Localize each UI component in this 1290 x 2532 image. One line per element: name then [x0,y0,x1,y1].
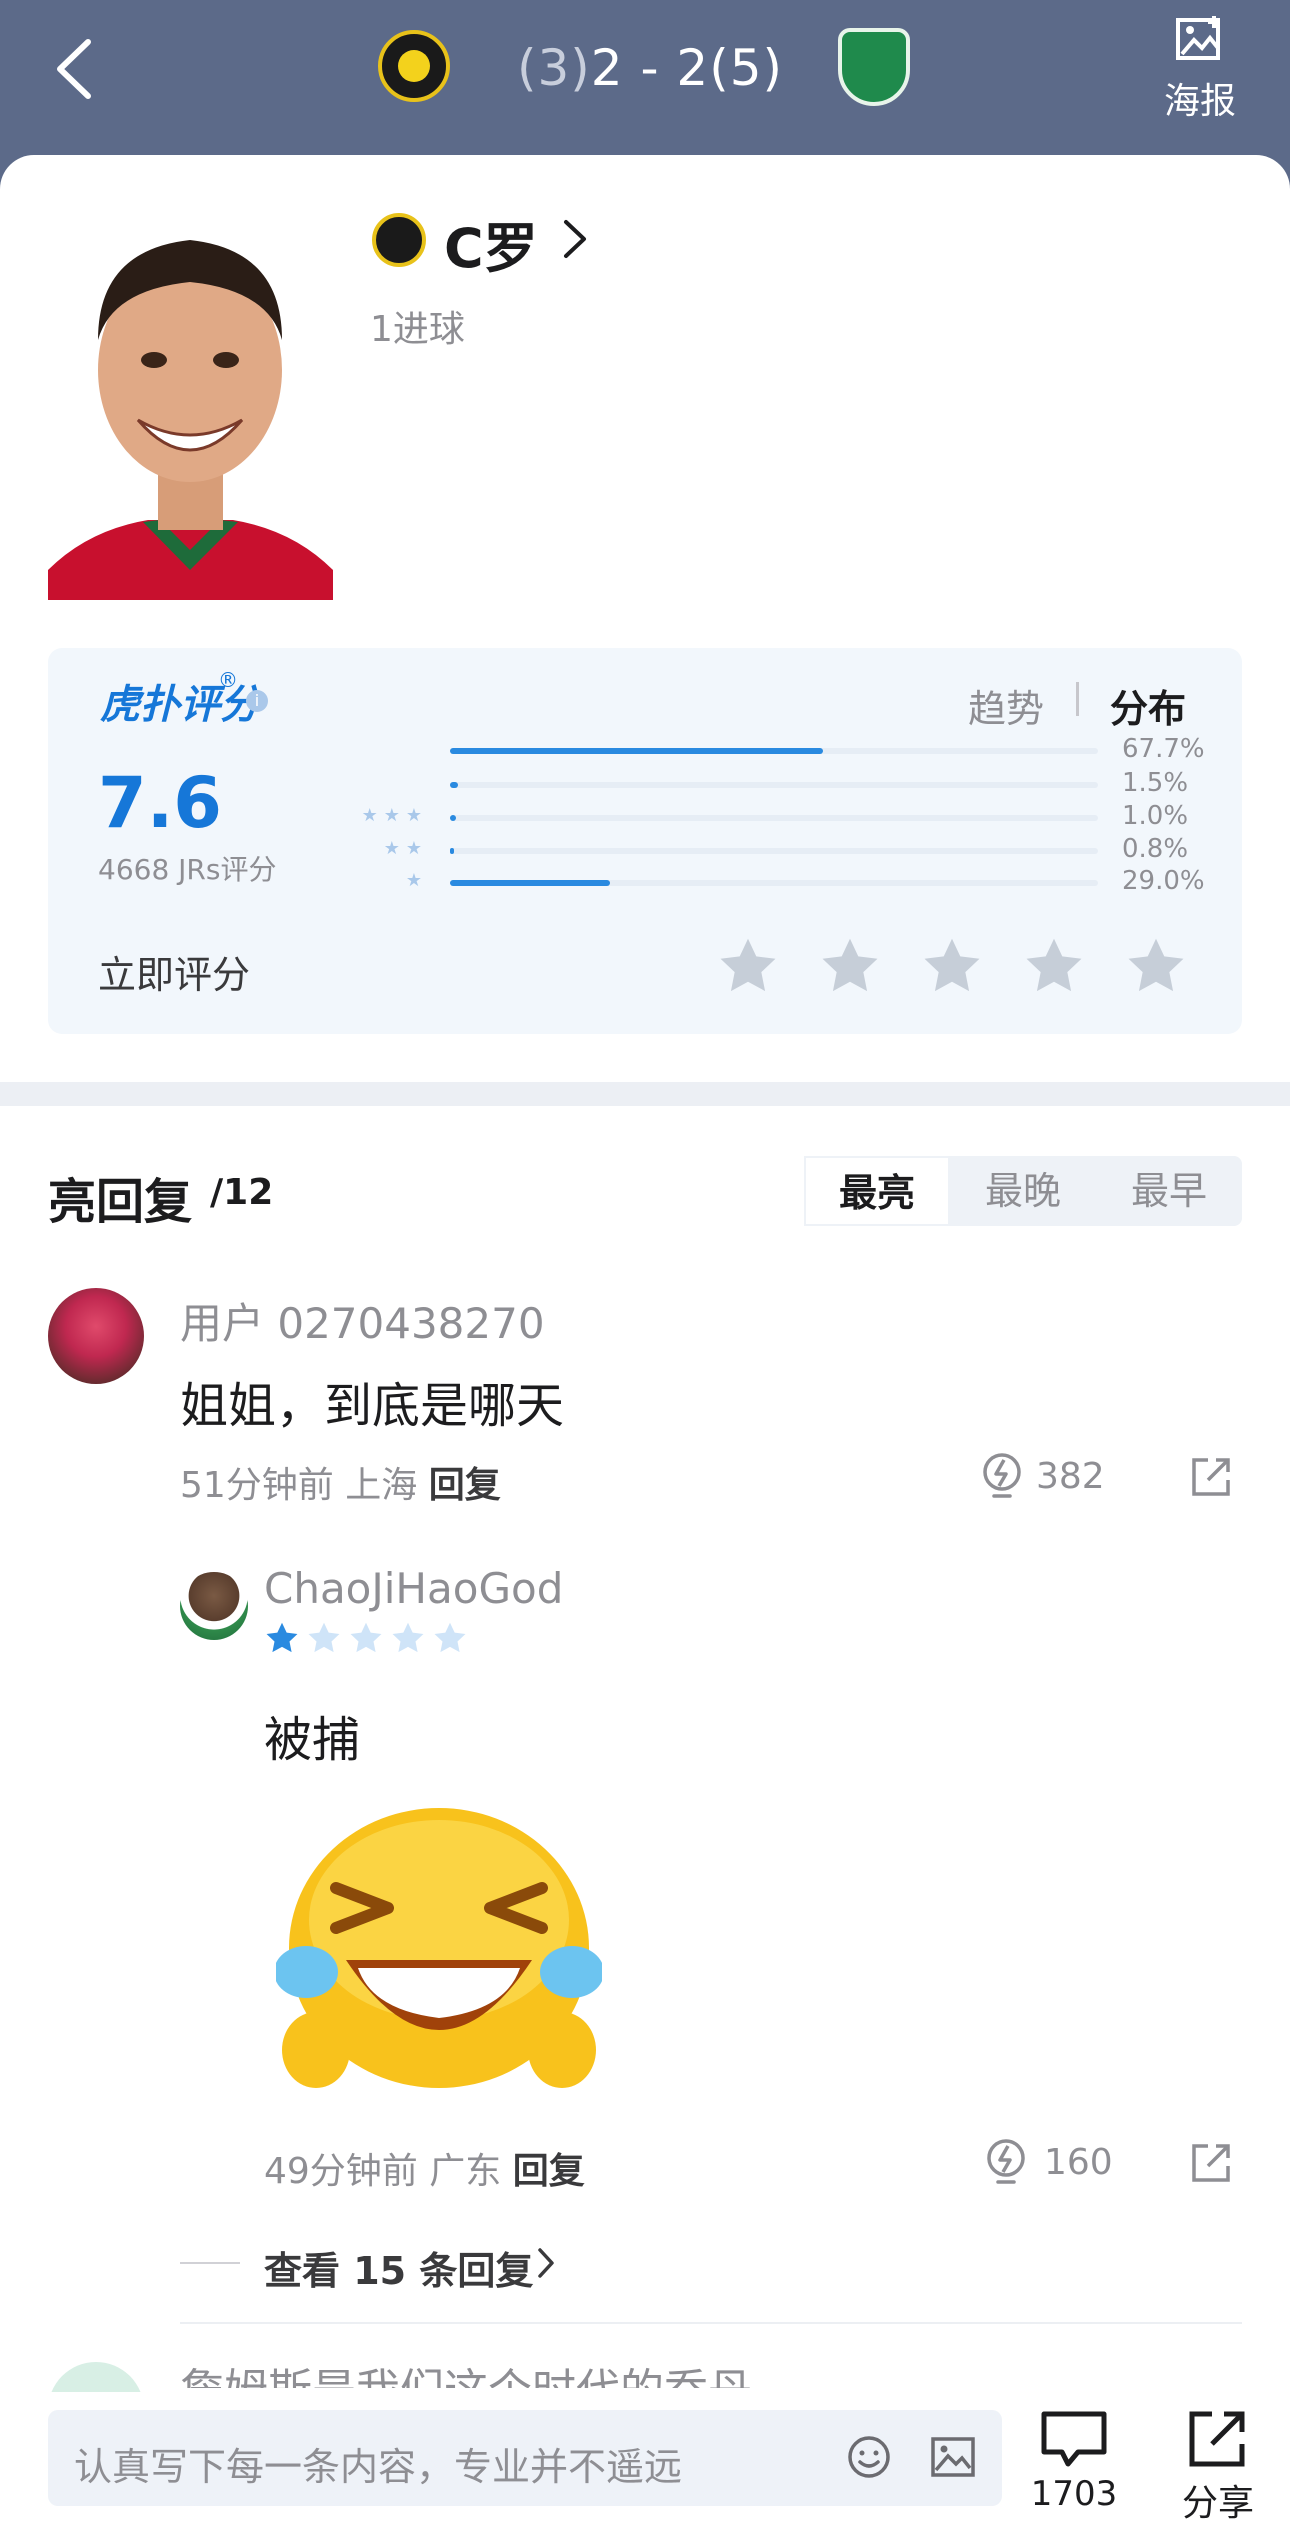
poster-button[interactable]: 海报 [1150,14,1250,124]
comment-icon[interactable] [1038,2408,1110,2470]
home-penalty: (3) [516,39,591,97]
comment-text[interactable]: 詹姆斯是我们这个时代的乔丹 [180,2354,752,2388]
distribution-bar [450,782,459,788]
chevron-right-icon[interactable] [560,214,590,264]
player-team-logo [372,213,426,267]
tab-divider [1076,682,1079,716]
reply-button[interactable]: 回复 [513,2151,585,2192]
registered-mark: ® [218,668,238,692]
user-star-icon [390,1620,426,1656]
divider [180,2322,1242,2324]
sort-earliest[interactable]: 最早 [1096,1156,1242,1226]
rate-star-icon[interactable] [1124,934,1188,998]
comment-time-location: 49分钟前 广东 [264,2151,513,2192]
thread-line [180,2262,240,2264]
reply-button[interactable]: 回复 [429,1465,501,1506]
distribution-bar-track [450,782,1098,788]
laughing-tears-emoji[interactable] [276,1800,602,2100]
rate-star-icon[interactable] [716,934,780,998]
user-star-icon [306,1620,342,1656]
user-star-icon [348,1620,384,1656]
match-score: (3)2 - 2(5) [500,30,800,106]
distribution-bar-track [450,848,1098,854]
away-penalty: (5) [709,39,784,97]
score-text: 2 - 2 [590,39,710,97]
bar-star-label: ★★★ [361,805,428,826]
comment-meta: 51分钟前 上海 回复 [180,1456,501,1508]
rate-star-icon[interactable] [920,934,984,998]
distribution-percent: 67.7% [1122,734,1205,764]
comment-text[interactable]: 姐姐，到底是哪天 [180,1366,564,1436]
comment-meta: 49分钟前 广东 回复 [264,2142,585,2194]
avatar[interactable] [48,1288,144,1384]
tab-distribution[interactable]: 分布 [1110,678,1186,733]
share-label[interactable]: 分享 [1176,2474,1260,2526]
sort-hottest[interactable]: 最亮 [804,1156,950,1226]
emoji-icon[interactable] [846,2434,892,2480]
player-photo [48,210,333,600]
back-icon[interactable] [48,36,100,102]
section-separator [0,1082,1290,1106]
poster-label: 海报 [1163,81,1236,122]
average-score: 7.6 [98,762,223,844]
share-icon[interactable] [1190,2142,1232,2184]
distribution-bar [450,815,456,821]
comment-text[interactable]: 被捕 [264,1700,360,1770]
distribution-bar [450,848,455,854]
light-bulb-icon[interactable] [984,2138,1028,2190]
player-name[interactable]: C罗 [444,204,538,283]
user-star-icon [432,1620,468,1656]
image-icon[interactable] [930,2436,976,2478]
rate-star-icon[interactable] [818,934,882,998]
distribution-percent: 29.0% [1122,866,1205,896]
sort-switcher: 最亮 最晚 最早 [804,1156,1242,1226]
avatar[interactable] [180,1572,248,1640]
share-icon[interactable] [1190,1456,1232,1498]
comment-username[interactable]: ChaoJiHaoGod [264,1564,563,1613]
home-team-logo[interactable] [378,30,450,102]
rating-count: 4668 JRs评分 [98,853,277,886]
distribution-bar [450,748,823,754]
poster-icon [1176,16,1220,60]
distribution-percent: 0.8% [1122,834,1189,864]
distribution-bar [450,880,610,886]
view-more-replies[interactable]: 查看 15 条回复 [264,2240,533,2295]
away-team-logo[interactable] [838,28,910,106]
bar-star-label: ★★ [383,838,428,859]
bar-star-label: ★ [405,870,428,891]
comment-input-placeholder[interactable]: 认真写下每一条内容，专业并不遥远 [74,2436,682,2491]
comment-count[interactable]: 1703 [1030,2474,1118,2514]
replies-title: 亮回复 [48,1174,193,1230]
sort-latest[interactable]: 最晚 [950,1156,1096,1226]
replies-count: /12 [210,1172,274,1213]
comment-username[interactable]: 用户 0270438270 [180,1290,545,1351]
comment-time-location: 51分钟前 上海 [180,1465,429,1506]
user-star-icon [264,1620,300,1656]
chevron-right-icon[interactable] [536,2246,556,2280]
tab-trend[interactable]: 趋势 [968,678,1044,733]
distribution-bar-track [450,880,1098,886]
light-count: 160 [1044,2142,1113,2183]
light-count: 382 [1036,1456,1105,1497]
player-goals: 1进球 [370,309,465,350]
distribution-percent: 1.5% [1122,768,1189,798]
share-icon[interactable] [1186,2408,1248,2470]
info-icon[interactable]: i [246,690,268,712]
rate-star-icon[interactable] [1022,934,1086,998]
rate-now-label: 立即评分 [98,953,251,997]
distribution-percent: 1.0% [1122,801,1189,831]
light-bulb-icon[interactable] [980,1452,1024,1504]
distribution-bar-track [450,748,1098,754]
distribution-bar-track [450,815,1098,821]
